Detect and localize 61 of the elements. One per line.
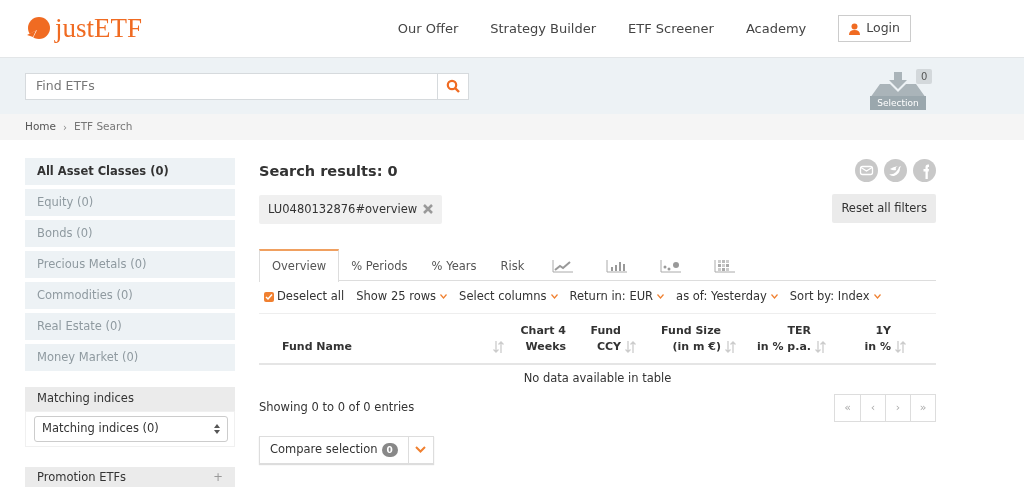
letter-f-icon[interactable] bbox=[913, 159, 936, 182]
checkbox-label[interactable]: Deselect all bbox=[277, 288, 345, 306]
bird-icon[interactable] bbox=[884, 159, 907, 182]
filter-tag[interactable]: LU0480132876#overview bbox=[259, 194, 443, 224]
tab[interactable]: % Periods bbox=[339, 248, 420, 282]
nav-link[interactable]: ETF Screener bbox=[628, 18, 714, 39]
nav-link[interactable]: Academy bbox=[745, 18, 807, 39]
promotion-etfs-header[interactable]: Promotion ETFs + bbox=[25, 467, 235, 487]
tab[interactable]: Risk bbox=[488, 248, 537, 282]
dropdown[interactable]: as of: Yesterday bbox=[676, 288, 778, 306]
nav-link[interactable]: Strategy Builder bbox=[490, 18, 597, 39]
email-icon[interactable] bbox=[855, 159, 878, 182]
search-icon[interactable] bbox=[446, 79, 460, 93]
tab[interactable]: % Years bbox=[419, 248, 489, 282]
caret-icon bbox=[550, 294, 558, 300]
caret-icon bbox=[873, 294, 881, 300]
caret-icon bbox=[770, 294, 778, 300]
selection-count: 0 bbox=[916, 69, 933, 84]
sort-icon[interactable] bbox=[895, 340, 906, 353]
breadcrumb-link[interactable]: ETF Search bbox=[74, 119, 133, 135]
dropdown[interactable]: Show 25 rows bbox=[356, 288, 448, 306]
remove-icon[interactable] bbox=[423, 204, 434, 215]
column-header[interactable]: Chart 4 Weeks bbox=[520, 322, 566, 355]
user-icon bbox=[849, 22, 861, 35]
count-badge: 0 bbox=[381, 442, 398, 457]
sort-icon[interactable] bbox=[725, 340, 736, 353]
panel-title: Promotion ETFs bbox=[37, 469, 127, 487]
breadcrumb-separator: › bbox=[63, 120, 67, 135]
scatter-chart-icon bbox=[660, 259, 683, 274]
reset-filters-button[interactable]: Reset all filters bbox=[832, 194, 936, 223]
column-header[interactable]: Fund Name bbox=[282, 338, 352, 355]
sort-icon[interactable] bbox=[625, 340, 636, 353]
breadcrumb-link[interactable]: Home bbox=[25, 119, 56, 135]
column-header[interactable]: TER in % p.a. bbox=[757, 322, 811, 355]
line-chart-icon bbox=[552, 259, 575, 274]
updown-icon bbox=[214, 424, 220, 434]
tab[interactable]: Overview bbox=[259, 248, 340, 282]
sort-icon[interactable] bbox=[493, 340, 504, 353]
selection-label: Selection bbox=[870, 96, 926, 110]
dropdown[interactable]: Return in: EUR bbox=[569, 288, 665, 306]
dropdown[interactable]: Sort by: Index bbox=[789, 288, 881, 306]
caret-icon bbox=[440, 294, 448, 300]
search-field[interactable]: Find ETFs bbox=[25, 72, 438, 100]
caret-icon bbox=[415, 446, 427, 454]
login-button[interactable]: Login bbox=[838, 15, 911, 42]
heatmap-icon bbox=[714, 259, 737, 274]
sort-icon[interactable] bbox=[815, 340, 826, 353]
column-header[interactable]: 1Y in % bbox=[864, 322, 891, 355]
checkbox[interactable] bbox=[264, 291, 274, 302]
panel-header: Matching indices bbox=[25, 387, 235, 411]
column-header[interactable]: Fund Size (in m €) bbox=[661, 322, 721, 355]
entries-info: Showing 0 to 0 of 0 entries bbox=[259, 399, 415, 417]
nav-link[interactable]: Our Offer bbox=[397, 18, 459, 39]
caret-icon bbox=[657, 294, 665, 300]
column-header[interactable]: Fund CCY bbox=[590, 322, 621, 355]
empty-table-message: No data available in table bbox=[522, 369, 673, 387]
results-heading: Search results: 0 bbox=[259, 162, 399, 181]
dropdown[interactable]: Select columns bbox=[459, 288, 558, 306]
bar-chart-icon bbox=[606, 259, 629, 274]
asset-class-item[interactable]: All Asset Classes (0) bbox=[25, 158, 235, 185]
matching-indices-select[interactable]: Matching indices (0) bbox=[34, 416, 228, 442]
